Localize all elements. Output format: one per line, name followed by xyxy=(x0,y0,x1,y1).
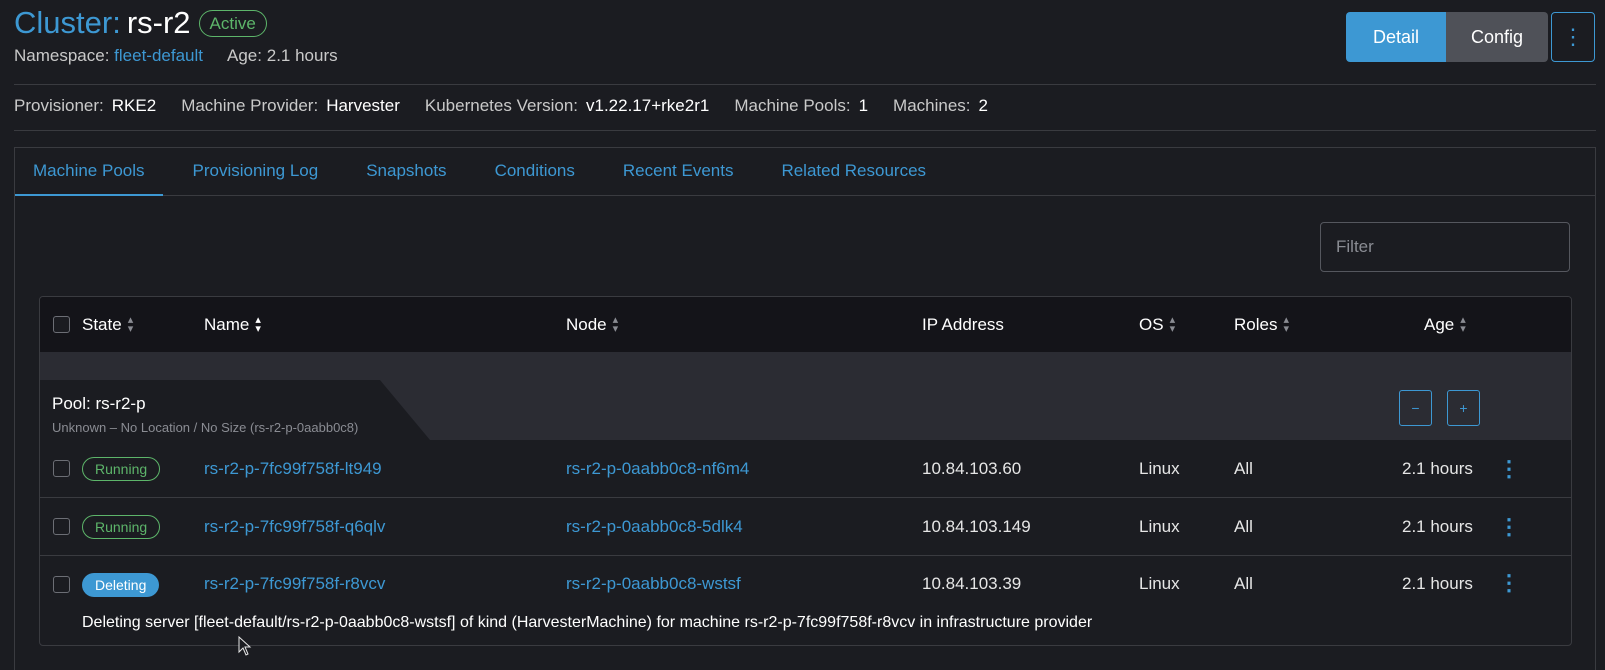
namespace-info: Namespace: fleet-default xyxy=(14,46,203,66)
title-prefix: Cluster: xyxy=(14,5,121,40)
state-badge: Deleting xyxy=(82,573,160,597)
sort-icon: ▴ ▾ xyxy=(1169,313,1176,335)
meta-pools: Machine Pools: 1 xyxy=(734,96,869,115)
tab-machine-pools[interactable]: Machine Pools xyxy=(15,148,163,196)
scale-up-button[interactable]: + xyxy=(1447,390,1480,426)
meta-provisioner: Provisioner: RKE2 xyxy=(14,96,157,115)
sort-icon: ▴ ▾ xyxy=(612,313,619,335)
scale-down-button[interactable]: − xyxy=(1399,390,1432,426)
table-header: State ▴ ▾ Name ▴ ▾ Node ▴ ▾ IP Address OS ▴ ▾ Ro… xyxy=(40,297,1571,352)
ip-address: 10.84.103.149 xyxy=(922,516,1031,536)
table-row: Deleting rs-r2-p-7fc99f758f-r8vcv rs-r2-… xyxy=(40,556,1571,642)
sort-icon: ▴ ▾ xyxy=(1460,313,1466,335)
mouse-cursor-icon xyxy=(238,636,252,656)
pool-title: Pool: rs-r2-p xyxy=(52,394,146,413)
age-value: 2.1 hours xyxy=(1402,516,1473,536)
col-name[interactable]: Name ▴ ▾ xyxy=(204,313,261,335)
machine-name-link[interactable]: rs-r2-p-7fc99f758f-q6qlv xyxy=(204,517,385,537)
roles-value: All xyxy=(1234,574,1253,593)
minus-icon: − xyxy=(1411,400,1420,416)
namespace-link[interactable]: fleet-default xyxy=(114,46,203,65)
row-checkbox[interactable] xyxy=(53,518,70,535)
roles-value: All xyxy=(1234,516,1253,536)
detail-button[interactable]: Detail xyxy=(1346,12,1446,62)
plus-icon: + xyxy=(1459,400,1468,416)
kebab-icon: ⋮ xyxy=(1498,455,1520,481)
view-toggle: Detail Config xyxy=(1346,12,1548,62)
page-title: Cluster: rs-r2 Active xyxy=(14,4,338,42)
tab-recent-events[interactable]: Recent Events xyxy=(605,148,752,196)
sort-icon: ▴ ▾ xyxy=(1283,313,1289,335)
node-link[interactable]: rs-r2-p-0aabb0c8-wstsf xyxy=(566,574,741,594)
meta-provider: Machine Provider: Harvester xyxy=(181,96,400,115)
tab-provisioning-log[interactable]: Provisioning Log xyxy=(175,148,337,196)
pool-group-header: Pool: rs-r2-p Unknown – No Location / No… xyxy=(40,352,1571,440)
age-value: 2.1 hours xyxy=(266,46,338,65)
kebab-icon: ⋮ xyxy=(1498,513,1520,539)
node-link[interactable]: rs-r2-p-0aabb0c8-5dlk4 xyxy=(566,517,743,537)
state-badge: Running xyxy=(82,514,161,539)
col-age[interactable]: Age ▴ ▾ xyxy=(1424,313,1466,335)
namespace-label: Namespace: xyxy=(14,46,110,65)
row-status-message: Deleting server [fleet-default/rs-r2-p-0… xyxy=(82,614,1093,631)
machines-table: State ▴ ▾ Name ▴ ▾ Node ▴ ▾ IP Address OS ▴ ▾ Ro… xyxy=(39,296,1572,646)
kebab-icon: ⋮ xyxy=(1562,24,1584,49)
col-roles[interactable]: Roles ▴ ▾ xyxy=(1234,313,1289,335)
row-checkbox[interactable] xyxy=(53,576,70,593)
meta-k8s-version: Kubernetes Version: v1.22.17+rke2r1 xyxy=(424,96,710,115)
col-os[interactable]: OS ▴ ▾ xyxy=(1139,313,1176,335)
col-node[interactable]: Node ▴ ▾ xyxy=(566,313,619,335)
header-subline: Namespace: fleet-default Age: 2.1 hours xyxy=(14,46,338,66)
roles-value: All xyxy=(1234,458,1253,478)
state-badge: Running xyxy=(82,456,161,481)
more-actions-button[interactable]: ⋮ xyxy=(1551,12,1595,62)
age-value: 2.1 hours xyxy=(1402,574,1473,593)
row-actions-button[interactable]: ⋮ xyxy=(1498,514,1520,540)
tab-bar: Machine Pools Provisioning Log Snapshots… xyxy=(15,148,1595,196)
pool-subtitle: Unknown – No Location / No Size (rs-r2-p… xyxy=(52,420,359,435)
row-actions-button[interactable]: ⋮ xyxy=(1498,456,1520,482)
col-ip: IP Address xyxy=(922,314,1004,334)
divider xyxy=(14,130,1596,131)
tab-conditions[interactable]: Conditions xyxy=(477,148,593,196)
age-info: Age: 2.1 hours xyxy=(227,46,338,66)
machine-name-link[interactable]: rs-r2-p-7fc99f758f-lt949 xyxy=(204,459,382,479)
filter-input[interactable] xyxy=(1320,222,1570,272)
cluster-name: rs-r2 xyxy=(126,5,191,40)
table-row: Running rs-r2-p-7fc99f758f-q6qlv rs-r2-p… xyxy=(40,498,1571,556)
os-value: Linux xyxy=(1139,458,1180,478)
row-actions-button[interactable]: ⋮ xyxy=(1498,570,1520,596)
sort-icon: ▴ ▾ xyxy=(127,313,134,335)
page-header: Cluster: rs-r2 Active Namespace: fleet-d… xyxy=(14,4,338,66)
age-value: 2.1 hours xyxy=(1402,458,1473,478)
tabs-panel: Machine Pools Provisioning Log Snapshots… xyxy=(14,147,1596,670)
row-checkbox[interactable] xyxy=(53,460,70,477)
col-state[interactable]: State ▴ ▾ xyxy=(82,313,134,335)
tab-snapshots[interactable]: Snapshots xyxy=(348,148,464,196)
sort-desc-icon: ▴ ▾ xyxy=(255,313,261,335)
machine-name-link[interactable]: rs-r2-p-7fc99f758f-r8vcv xyxy=(204,574,385,594)
age-label: Age: xyxy=(227,46,262,65)
tab-related-resources[interactable]: Related Resources xyxy=(763,148,944,196)
ip-address: 10.84.103.39 xyxy=(922,574,1022,593)
ip-address: 10.84.103.60 xyxy=(922,458,1022,478)
status-badge: Active xyxy=(198,9,267,37)
kebab-icon: ⋮ xyxy=(1498,570,1520,595)
divider xyxy=(14,84,1596,85)
os-value: Linux xyxy=(1139,574,1180,593)
meta-machines: Machines: 2 xyxy=(893,96,988,115)
config-button[interactable]: Config xyxy=(1446,12,1548,62)
cluster-meta: Provisioner: RKE2 Machine Provider: Harves… xyxy=(14,96,988,116)
os-value: Linux xyxy=(1139,516,1180,536)
table-row: Running rs-r2-p-7fc99f758f-lt949 rs-r2-p… xyxy=(40,440,1571,498)
node-link[interactable]: rs-r2-p-0aabb0c8-nf6m4 xyxy=(566,459,749,479)
select-all-checkbox[interactable] xyxy=(53,316,70,333)
